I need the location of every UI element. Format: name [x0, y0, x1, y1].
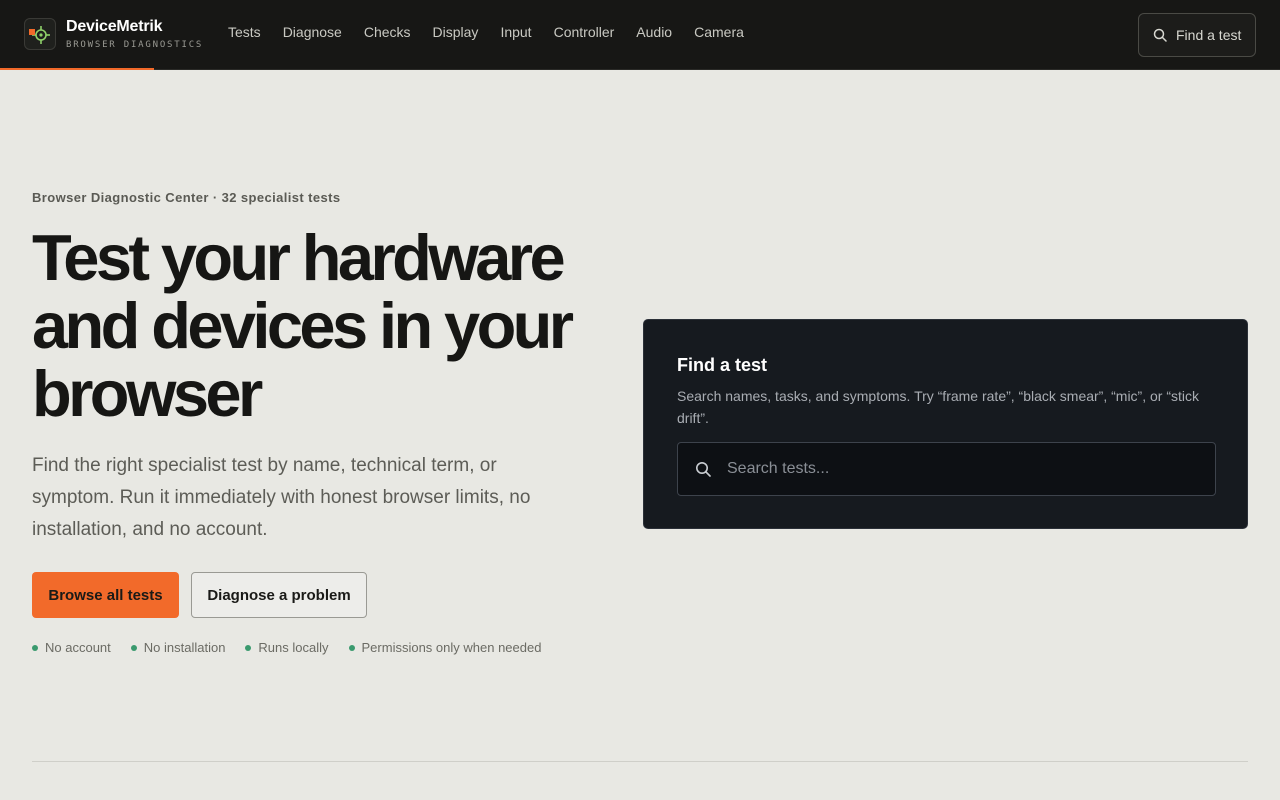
nav-item-diagnose[interactable]: Diagnose [283, 24, 342, 40]
nav-item-checks[interactable]: Checks [364, 24, 411, 40]
feature-list: No account No installation Runs locally … [32, 640, 561, 655]
feature-label: No account [45, 640, 111, 655]
brand-name[interactable]: DeviceMetrik [66, 18, 163, 36]
feature-item: Runs locally [245, 640, 329, 655]
crosshair-icon [32, 26, 50, 44]
find-test-title: Find a test [677, 355, 768, 375]
section-divider [32, 761, 1248, 762]
nav-item-camera[interactable]: Camera [694, 24, 744, 40]
nav-item-tests[interactable]: Tests [228, 24, 261, 40]
status-dot-icon [348, 644, 355, 651]
logo-accent-dot [29, 29, 35, 35]
nav-item-display[interactable]: Display [433, 24, 479, 40]
feature-label: Runs locally [258, 640, 329, 655]
nav-item-controller[interactable]: Controller [554, 24, 615, 40]
find-test-description: Search names, tasks, and symptoms. Try “… [677, 388, 1199, 426]
test-search-input[interactable] [727, 460, 1197, 478]
header-find-test-label: Find a test [1176, 27, 1242, 43]
search-icon [696, 462, 711, 477]
feature-item: No installation [130, 640, 226, 655]
find-test-card: Find a test Search names, tasks, and sym… [643, 319, 1248, 529]
hero-headline: Test your hardware and devices in your b… [32, 221, 574, 430]
top-navigation-bar: DeviceMetrik BROWSER DIAGNOSTICS Tests D… [0, 0, 1280, 70]
nav-item-audio[interactable]: Audio [636, 24, 672, 40]
hero-subtext: Find the right specialist test by name, … [32, 455, 531, 540]
hero-eyebrow: Browser Diagnostic Center · 32 specialis… [32, 190, 341, 205]
feature-label: Permissions only when needed [361, 640, 542, 655]
search-icon [1153, 28, 1167, 42]
brand-tagline: BROWSER DIAGNOSTICS [66, 40, 204, 50]
nav-item-input[interactable]: Input [500, 24, 531, 40]
feature-item: Permissions only when needed [348, 640, 542, 655]
diagnose-problem-button[interactable]: Diagnose a problem [191, 572, 367, 618]
browse-all-tests-button[interactable]: Browse all tests [32, 572, 179, 618]
status-dot-icon [130, 644, 137, 651]
feature-label: No installation [143, 640, 226, 655]
status-dot-icon [245, 644, 252, 651]
test-search-box[interactable] [677, 442, 1216, 496]
status-dot-icon [32, 644, 38, 651]
header-find-test-button[interactable]: Find a test [1138, 13, 1256, 57]
feature-item: No account [32, 640, 111, 655]
main-nav: Tests Diagnose Checks Display Input Cont… [228, 24, 766, 40]
nav-progress-accent [0, 68, 154, 70]
